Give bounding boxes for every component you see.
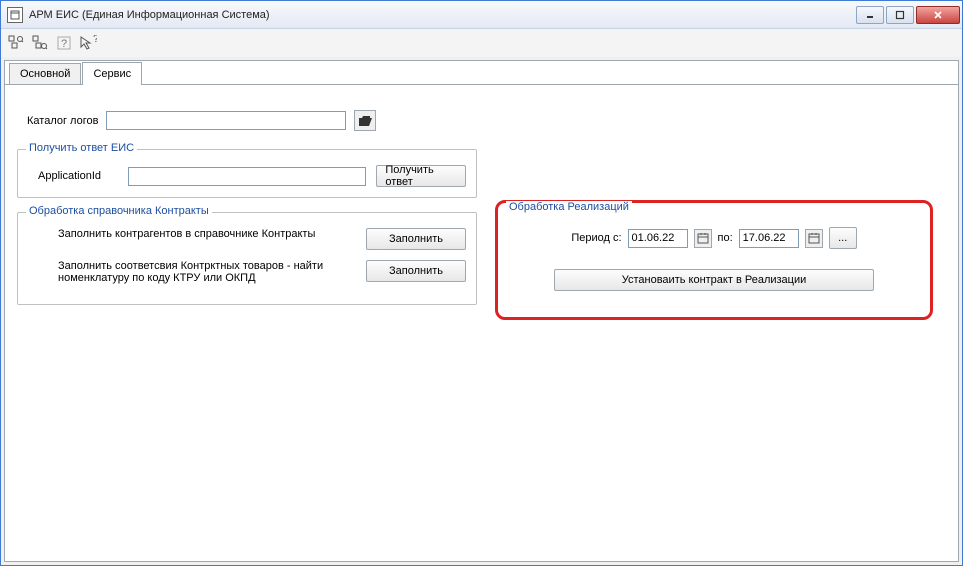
appid-label: ApplicationId [28,170,118,182]
maximize-button[interactable] [886,6,914,24]
contracts-group: Обработка справочника Контракты Заполнит… [17,212,477,305]
realizations-legend: Обработка Реализаций [506,201,632,213]
period-ellipsis-button[interactable]: ... [829,227,857,249]
tab-main[interactable]: Основной [9,63,81,84]
period-row: Период с: по: ... [510,227,918,249]
realizations-group-highlight: Обработка Реализаций Период с: по: ... [495,200,933,320]
tab-body: Каталог логов Получить ответ ЕИС Applica… [5,85,958,561]
toolbar: ? ? [1,29,962,57]
tree-search-icon-1[interactable] [7,34,25,52]
app-window: АРМ ЕИС (Единая Информационная Система) … [0,0,963,566]
fill-contragents-button-label: Заполнить [389,233,443,245]
cursor-help-icon[interactable]: ? [79,34,97,52]
tabstrip: Основной Сервис [5,61,958,85]
tab-main-label: Основной [20,68,70,80]
get-response-button-label: Получить ответ [385,164,457,188]
minimize-button[interactable] [856,6,884,24]
fill-matches-button[interactable]: Заполнить [366,260,466,282]
close-button[interactable] [916,6,960,24]
calendar-to-button[interactable] [805,229,823,248]
contracts-legend: Обработка справочника Контракты [26,205,212,217]
set-contract-button-label: Установаить контракт в Реализации [622,274,807,286]
logs-input[interactable] [106,111,346,130]
set-contract-button[interactable]: Установаить контракт в Реализации [554,269,874,291]
period-to-label: по: [718,232,733,244]
get-response-button[interactable]: Получить ответ [376,165,466,187]
fill-matches-button-label: Заполнить [389,265,443,277]
tab-service-label: Сервис [93,68,131,80]
logs-row: Каталог логов [27,110,946,131]
fill-contragents-button[interactable]: Заполнить [366,228,466,250]
window-title: АРМ ЕИС (Единая Информационная Система) [29,9,854,21]
period-from-label: Период с: [571,232,621,244]
contracts-row1-text: Заполнить контрагентов в справочнике Кон… [28,228,328,240]
help-icon[interactable]: ? [55,34,73,52]
period-ellipsis-label: ... [838,232,847,244]
logs-label: Каталог логов [27,115,98,127]
calendar-from-button[interactable] [694,229,712,248]
appid-input[interactable] [128,167,367,186]
realizations-group: Обработка Реализаций Период с: по: ... [498,203,930,301]
svg-text:?: ? [93,35,97,45]
period-to-input[interactable] [739,229,799,248]
app-icon [7,7,23,23]
eis-group: Получить ответ ЕИС ApplicationId Получит… [17,149,477,198]
open-folder-button[interactable] [354,110,376,131]
svg-text:?: ? [61,38,67,50]
contracts-row2-text: Заполнить соответсвия Контрктных товаров… [28,260,328,284]
tab-service[interactable]: Сервис [82,62,142,85]
tree-search-icon-2[interactable] [31,34,49,52]
titlebar: АРМ ЕИС (Единая Информационная Система) [1,1,962,29]
eis-legend: Получить ответ ЕИС [26,142,137,154]
period-from-input[interactable] [628,229,688,248]
client-area: Основной Сервис Каталог логов Получить о… [4,60,959,562]
